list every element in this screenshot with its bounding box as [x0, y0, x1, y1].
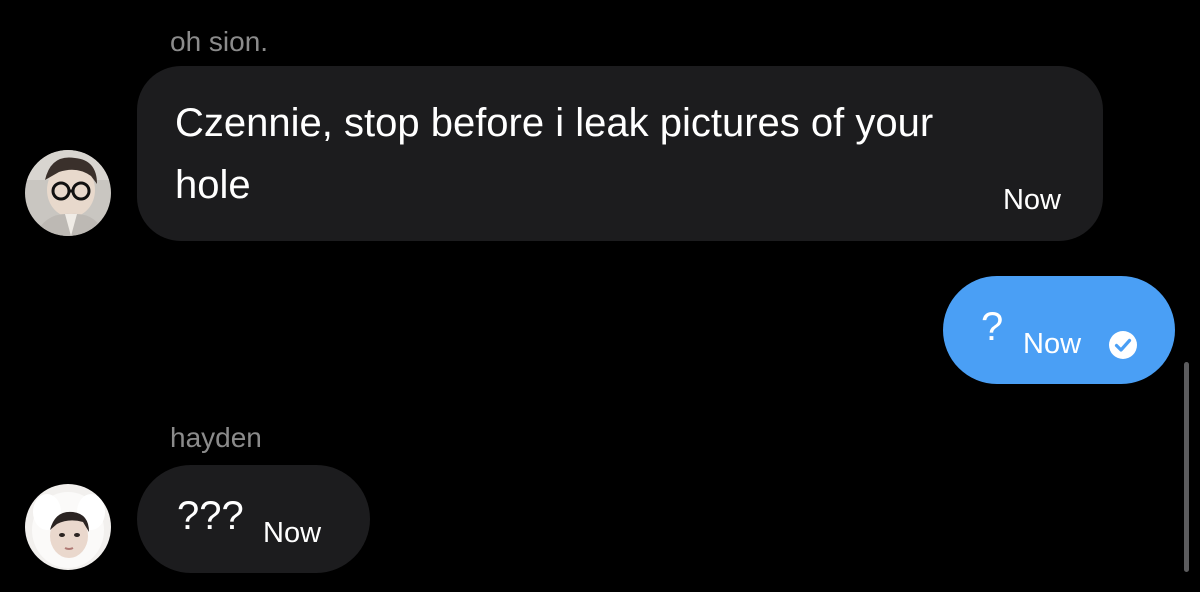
- scrollbar[interactable]: [1184, 362, 1189, 572]
- message-text: ?: [981, 305, 1004, 349]
- message-timestamp: Now: [1023, 328, 1082, 360]
- avatar[interactable]: [25, 484, 111, 570]
- sender-name-oh-sion: oh sion.: [170, 26, 269, 57]
- message-text-line-1: Czennie, stop before i leak pictures of …: [175, 101, 934, 145]
- message-text-line-2: hole: [175, 163, 251, 207]
- message-bubble-oh-sion[interactable]: Czennie, stop before i leak pictures of …: [137, 66, 1103, 241]
- avatar-person-in-white-hood: [25, 484, 111, 570]
- message-timestamp: Now: [263, 517, 322, 549]
- message-timestamp: Now: [1002, 184, 1061, 216]
- avatar[interactable]: [25, 150, 111, 236]
- sender-name-hayden: hayden: [170, 422, 262, 453]
- message-bubble-outgoing[interactable]: ? Now: [943, 276, 1175, 384]
- message-bubble-hayden[interactable]: ??? Now: [137, 465, 370, 573]
- check-circle-icon: [1108, 330, 1138, 360]
- message-text: ???: [177, 494, 244, 538]
- avatar-person-with-glasses: [25, 150, 111, 236]
